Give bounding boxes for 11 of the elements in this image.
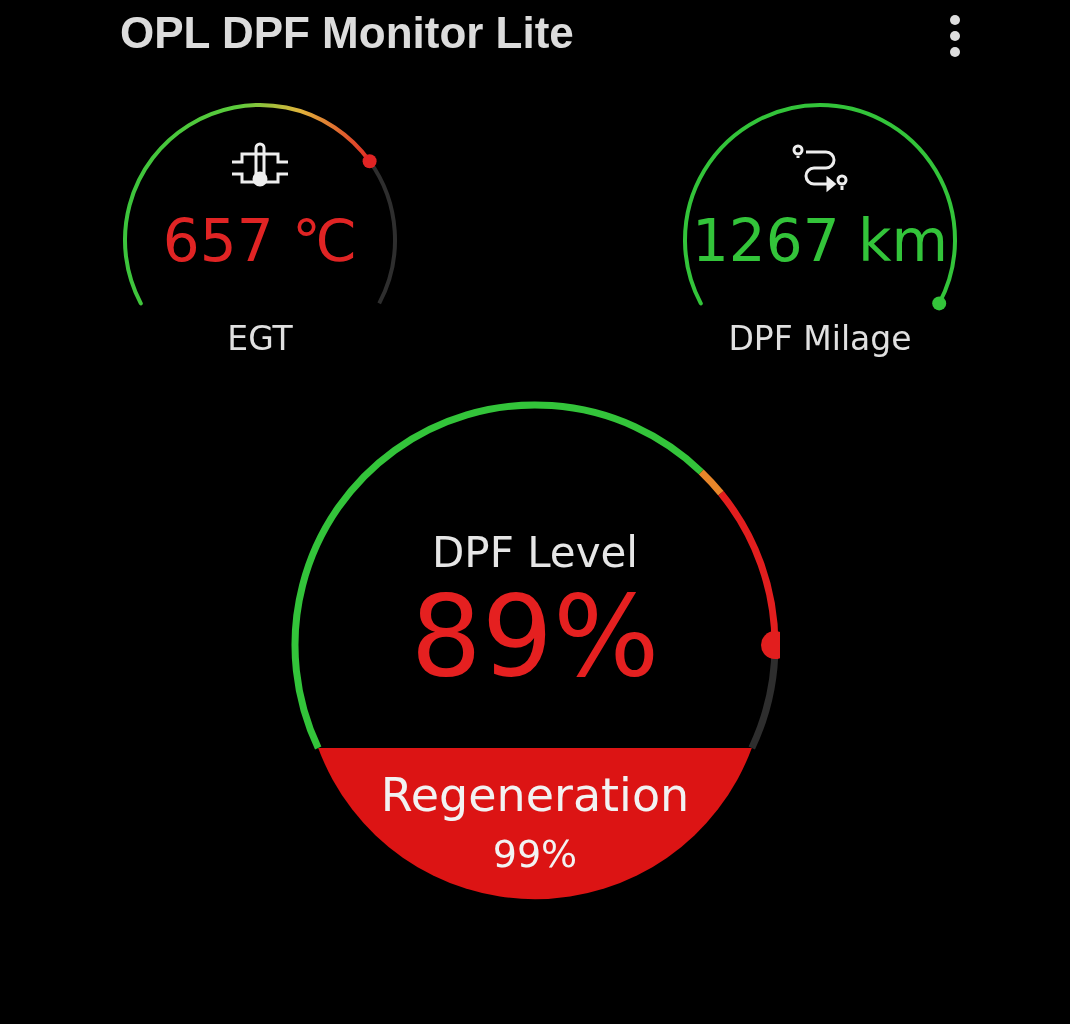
dpf-level-value: 89% xyxy=(410,580,660,692)
gauge-label: DPF Milage xyxy=(728,319,912,358)
dpf-level-label: DPF Level xyxy=(432,528,638,577)
regeneration-value: 99% xyxy=(492,832,578,876)
more-options-icon[interactable] xyxy=(948,14,962,58)
gauge-value: 657 ℃ xyxy=(161,212,359,270)
route-icon xyxy=(790,142,850,194)
app-title: OPL DPF Monitor Lite xyxy=(120,8,574,58)
regeneration-label: Regeneration xyxy=(380,768,690,822)
gauge-label: EGT xyxy=(227,319,293,358)
gauge-value: 1267 km xyxy=(690,212,950,270)
